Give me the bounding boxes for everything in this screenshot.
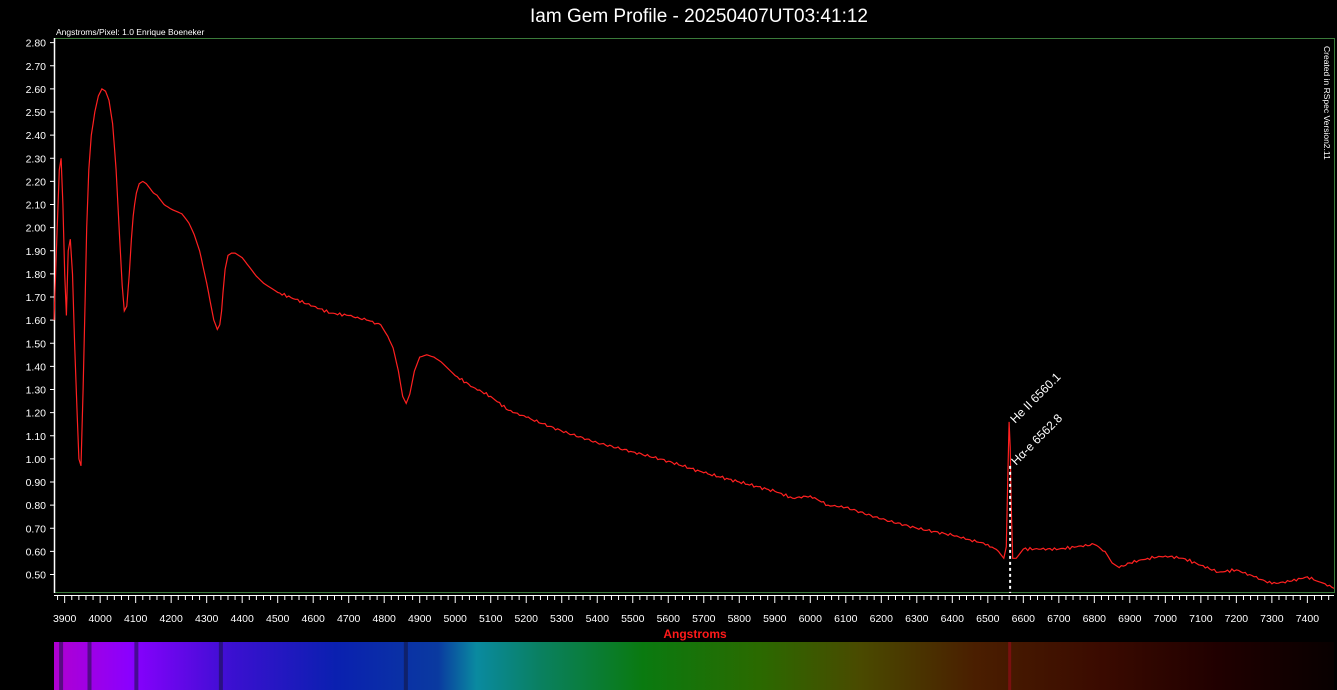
- y-tick-label: 1.80: [26, 269, 47, 281]
- spectrum-chart: Iam Gem Profile - 20250407UT03:41:12 Ang…: [26, 6, 1335, 690]
- annotations: He II 6560.1Hα-e 6562.8: [1007, 370, 1065, 468]
- x-tick-label: 6700: [1047, 613, 1071, 625]
- x-tick-label: 7400: [1296, 613, 1320, 625]
- spectrum-line: [134, 642, 139, 690]
- spectrum-line: [403, 642, 408, 690]
- x-tick-label: 5200: [515, 613, 539, 625]
- y-tick-label: 2.80: [26, 38, 47, 50]
- y-tick-label: 1.00: [26, 454, 47, 466]
- y-tick-label: 1.20: [26, 408, 47, 420]
- x-tick-label: 4400: [231, 613, 255, 625]
- y-tick-label: 2.60: [26, 84, 47, 96]
- y-tick-label: 0.60: [26, 546, 47, 558]
- y-tick-label: 2.40: [26, 130, 47, 142]
- side-note: Created in RSpec Version2.11: [1322, 46, 1332, 160]
- spectrum-line: [87, 642, 92, 690]
- x-tick-label: 4900: [408, 613, 432, 625]
- x-tick-label: 4500: [266, 613, 290, 625]
- y-tick-label: 2.10: [26, 200, 47, 212]
- x-tick-label: 6400: [941, 613, 965, 625]
- x-tick-label: 5900: [763, 613, 787, 625]
- x-tick-label: 4600: [302, 613, 326, 625]
- x-tick-label: 4100: [124, 613, 148, 625]
- y-tick-label: 1.70: [26, 292, 47, 304]
- x-tick-label: 6200: [870, 613, 894, 625]
- x-tick-label: 6800: [1083, 613, 1107, 625]
- x-tick-label: 7100: [1189, 613, 1213, 625]
- spectrum-line: [59, 642, 64, 690]
- x-tick-label: 5400: [586, 613, 610, 625]
- x-tick-label: 6600: [1012, 613, 1036, 625]
- x-tick-label: 4200: [159, 613, 183, 625]
- x-tick-label: 5100: [479, 613, 503, 625]
- x-tick-label: 5800: [728, 613, 752, 625]
- x-axis-ticks: 3900 4000 4100 4200 4300 4400 4500 4600 4700 4800…: [53, 596, 1330, 625]
- chart-title: Iam Gem Profile - 20250407UT03:41:12: [530, 6, 868, 27]
- x-tick-label: 4700: [337, 613, 361, 625]
- y-tick-label: 0.50: [26, 570, 47, 582]
- x-tick-label: 4800: [373, 613, 397, 625]
- y-tick-label: 2.30: [26, 153, 47, 165]
- plot-frame: [54, 38, 1335, 593]
- x-tick-label: 4300: [195, 613, 219, 625]
- x-tick-label: 6000: [799, 613, 823, 625]
- x-tick-label: 6100: [834, 613, 858, 625]
- x-tick-label: 7200: [1225, 613, 1249, 625]
- y-tick-label: 1.10: [26, 431, 47, 443]
- x-tick-label: 6300: [905, 613, 929, 625]
- x-tick-label: 4000: [88, 613, 112, 625]
- x-axis-label: Angstroms: [663, 627, 727, 641]
- x-tick-label: 5300: [550, 613, 574, 625]
- x-tick-label: 5700: [692, 613, 716, 625]
- y-tick-label: 1.30: [26, 385, 47, 397]
- x-tick-label: 3900: [53, 613, 77, 625]
- chart-subtitle: Angstroms/Pixel: 1.0 Enrique Boeneker: [56, 27, 205, 37]
- y-tick-label: 2.70: [26, 61, 47, 73]
- y-tick-label: 1.60: [26, 315, 47, 327]
- y-tick-label: 0.90: [26, 477, 47, 489]
- spectrum-line: [218, 642, 223, 690]
- x-tick-label: 7000: [1154, 613, 1178, 625]
- x-tick-label: 7300: [1260, 613, 1284, 625]
- y-tick-label: 2.50: [26, 107, 47, 119]
- spectrum-line: [1008, 642, 1012, 690]
- x-tick-label: 6500: [976, 613, 1000, 625]
- x-tick-label: 5600: [657, 613, 681, 625]
- y-axis-ticks: 0.50 0.60 0.70 0.80 0.90 1.00 1.10 1.20 1.30 1.40…: [26, 38, 54, 582]
- spectrum-strip: [54, 642, 1334, 690]
- x-tick-label: 5000: [444, 613, 468, 625]
- y-tick-label: 2.00: [26, 223, 47, 235]
- y-tick-label: 0.80: [26, 500, 47, 512]
- series-line: [53, 88, 1335, 589]
- x-tick-label: 5500: [621, 613, 645, 625]
- y-tick-label: 1.40: [26, 361, 47, 373]
- y-tick-label: 1.90: [26, 246, 47, 258]
- y-tick-label: 1.50: [26, 338, 47, 350]
- x-tick-label: 6900: [1118, 613, 1142, 625]
- y-tick-label: 0.70: [26, 523, 47, 535]
- y-tick-label: 2.20: [26, 176, 47, 188]
